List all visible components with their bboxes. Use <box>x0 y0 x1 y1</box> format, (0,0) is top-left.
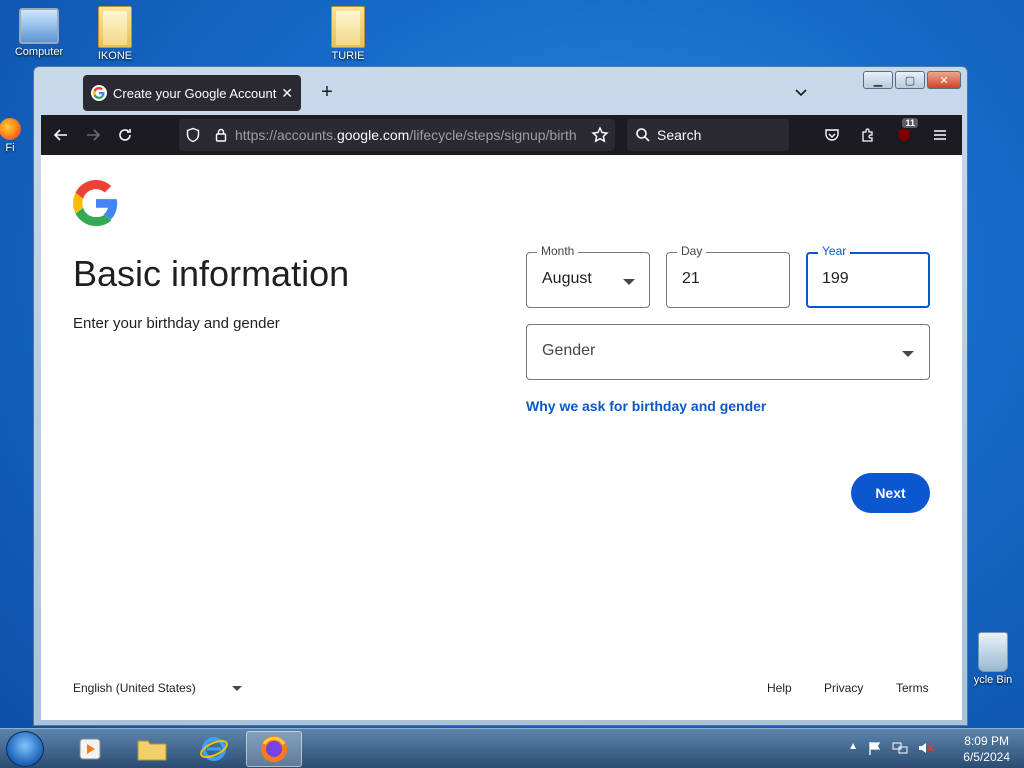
system-clock[interactable]: 8:09 PM 6/5/2024 <box>963 733 1010 765</box>
forward-button[interactable] <box>77 119 109 151</box>
start-button-windows-icon[interactable] <box>6 731 44 767</box>
desktop-icon-label: IKONE <box>97 50 133 62</box>
desktop-icon-label: ycle Bin <box>973 674 1013 686</box>
pocket-button[interactable] <box>816 119 848 151</box>
media-player-icon <box>79 738 101 760</box>
folder-icon <box>137 740 167 761</box>
privacy-link[interactable]: Privacy <box>824 681 863 695</box>
desktop-icon-label: Fi <box>5 142 15 154</box>
internet-explorer-icon <box>200 737 228 761</box>
taskbar-media-player[interactable] <box>62 731 118 767</box>
app-menu-button[interactable] <box>924 119 956 151</box>
day-input[interactable]: Day 21 <box>666 244 790 308</box>
gender-placeholder: Gender <box>542 342 596 359</box>
day-value: 21 <box>682 270 700 287</box>
computer-icon <box>19 8 59 44</box>
bookmark-star-icon <box>591 126 609 143</box>
volume-muted-icon[interactable] <box>918 741 934 755</box>
desktop-icon-recycle-bin[interactable]: ycle Bin <box>962 632 1024 686</box>
forward-arrow-icon <box>87 129 101 141</box>
clock-time: 8:09 PM <box>964 734 1009 748</box>
day-label: Day <box>677 244 707 258</box>
why-birthday-gender-link[interactable]: Why we ask for birthday and gender <box>526 398 766 414</box>
tracking-protection-shield-icon <box>186 127 200 143</box>
new-tab-button[interactable]: + <box>317 82 337 102</box>
ublock-extension-button[interactable]: 11 <box>888 118 920 151</box>
network-icon[interactable] <box>892 741 908 755</box>
navigation-toolbar: https://accounts.google.com/lifecycle/st… <box>41 115 962 155</box>
tab-strip: Create your Google Account ✕ + <box>41 74 962 114</box>
page-title: Basic information <box>73 253 350 294</box>
month-value: August <box>542 270 592 287</box>
web-page-content: Basic information Enter your birthday an… <box>41 155 962 720</box>
toolbar-right-buttons: 11 <box>816 118 956 151</box>
google-logo-icon <box>73 180 119 231</box>
tab-create-google-account[interactable]: Create your Google Account ✕ <box>83 75 301 111</box>
system-tray-icons: ▲ <box>848 741 934 755</box>
tab-title: Create your Google Account <box>113 85 277 101</box>
search-bar[interactable]: Search <box>627 119 789 151</box>
month-label: Month <box>537 244 579 258</box>
help-link[interactable]: Help <box>767 681 792 695</box>
search-icon <box>636 128 650 142</box>
clock-date: 6/5/2024 <box>963 750 1010 764</box>
list-all-tabs-chevron-down-icon[interactable] <box>793 84 809 100</box>
page-subtitle: Enter your birthday and gender <box>73 315 280 332</box>
reload-icon <box>119 129 131 141</box>
language-value: English (United States) <box>73 681 196 695</box>
url-bar[interactable]: https://accounts.google.com/lifecycle/st… <box>179 119 615 151</box>
back-arrow-icon <box>53 129 67 141</box>
taskbar-file-explorer[interactable] <box>124 731 180 767</box>
extensions-button[interactable] <box>852 119 884 151</box>
folder-icon <box>98 6 132 48</box>
desktop-icon-label: Computer <box>14 46 64 58</box>
pocket-icon <box>825 129 839 141</box>
month-select[interactable]: Month August <box>526 244 650 308</box>
terms-link[interactable]: Terms <box>896 681 929 695</box>
reload-button[interactable] <box>109 119 141 151</box>
month-dropdown-caret-icon <box>623 279 635 285</box>
taskbar-internet-explorer[interactable] <box>186 731 242 767</box>
desktop-icon-ikone[interactable]: IKONE <box>80 6 150 62</box>
puzzle-piece-icon <box>862 128 873 142</box>
ublock-shield-icon <box>898 128 910 142</box>
folder-icon <box>331 6 365 48</box>
extension-badge-count: 11 <box>902 118 918 128</box>
taskbar: ▲ 8:09 PM 6/5/2024 <box>0 728 1024 768</box>
google-favicon-icon <box>91 85 107 101</box>
hamburger-menu-icon <box>934 130 946 140</box>
year-input[interactable]: Year 199 <box>806 244 930 308</box>
lock-icon <box>215 128 227 142</box>
desktop-icon-computer[interactable]: Computer <box>4 8 74 58</box>
back-button[interactable] <box>45 119 77 151</box>
search-placeholder: Search <box>657 127 702 143</box>
tab-close-icon[interactable]: ✕ <box>281 85 293 102</box>
language-selector[interactable]: English (United States) <box>73 681 242 695</box>
firefox-icon <box>0 118 21 140</box>
taskbar-firefox[interactable] <box>246 731 302 767</box>
show-hidden-icons-chevron-up-icon[interactable]: ▲ <box>848 741 858 755</box>
desktop-icon-turie[interactable]: TURIE <box>313 6 383 62</box>
desktop-icon-firefox[interactable]: Fi <box>0 118 30 154</box>
firefox-icon <box>261 736 287 762</box>
year-value: 199 <box>822 270 849 287</box>
next-button[interactable]: Next <box>851 473 930 513</box>
action-center-flag-icon[interactable] <box>868 741 882 755</box>
recycle-bin-icon <box>978 632 1008 672</box>
language-dropdown-caret-icon <box>231 685 242 691</box>
year-label: Year <box>818 244 851 258</box>
browser-window: ▁ ▢ ✕ Create your Google Account ✕ + htt… <box>33 66 968 726</box>
url-text: https://accounts.google.com/lifecycle/st… <box>235 127 577 143</box>
gender-select[interactable]: Gender <box>526 324 930 380</box>
desktop-icon-label: TURIE <box>331 50 365 62</box>
gender-dropdown-caret-icon <box>902 351 914 357</box>
